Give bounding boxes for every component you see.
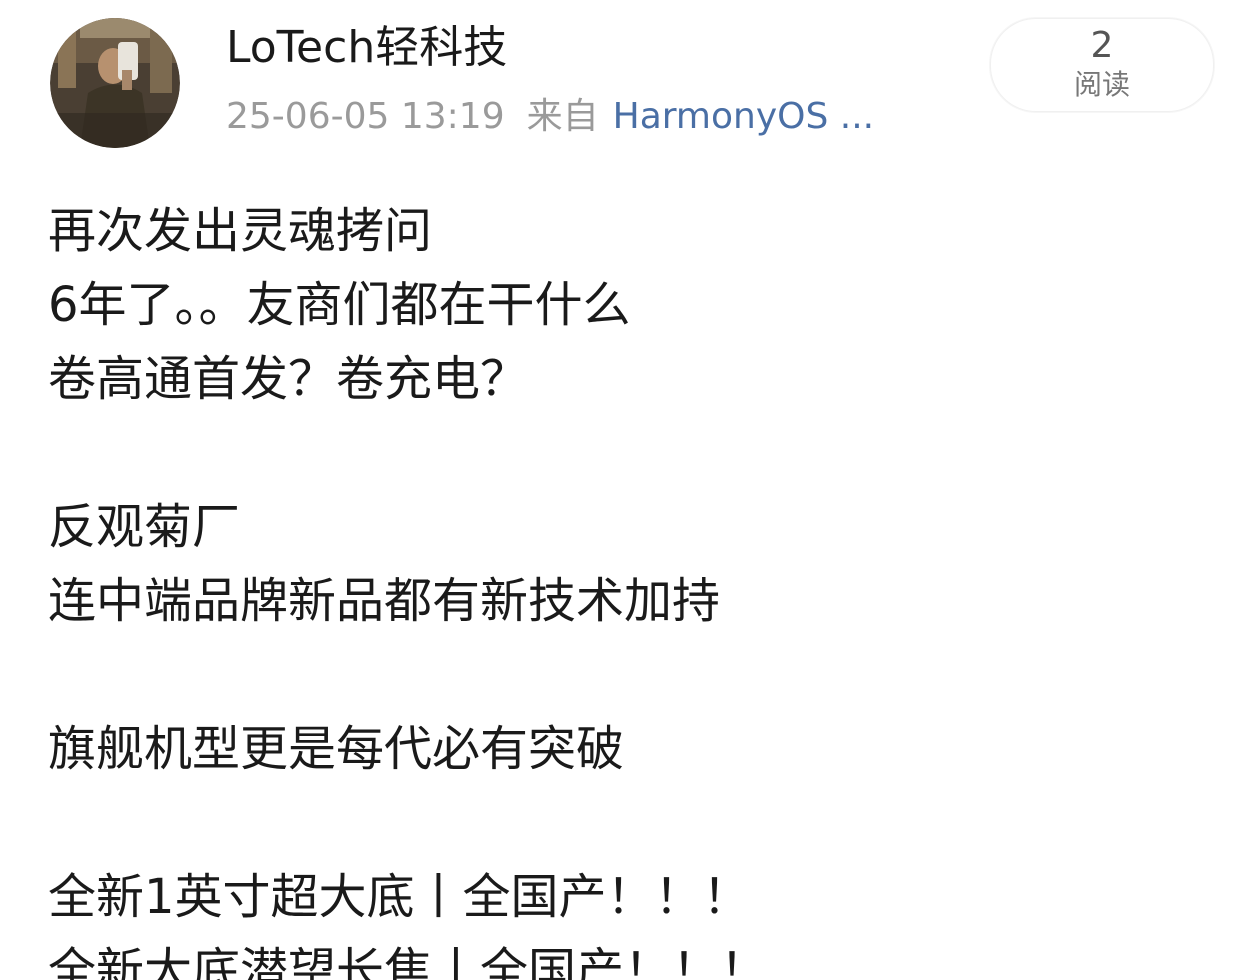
post-timestamp: 25-06-05 13:19 xyxy=(226,96,505,137)
post-line: 旗舰机型更是每代必有突破 xyxy=(48,721,625,777)
post-line-blank xyxy=(48,786,1228,860)
post-line: 反观菊厂 xyxy=(48,499,241,555)
post-line: 连中端品牌新品都有新技术加持 xyxy=(48,573,721,629)
author-avatar[interactable] xyxy=(50,18,180,148)
read-count-badge: 2 阅读 xyxy=(990,18,1214,112)
author-name[interactable]: LoTech轻科技 xyxy=(226,20,507,76)
read-count: 2 xyxy=(1090,25,1114,66)
post-line: 再次发出灵魂拷问 xyxy=(48,203,433,259)
avatar-photo-icon xyxy=(50,18,180,148)
post-line: 6年了。。友商们都在干什么 xyxy=(48,277,631,333)
source-link[interactable]: HarmonyOS ... xyxy=(613,96,874,137)
post-line-blank xyxy=(48,638,1228,712)
source-prefix: 来自 xyxy=(526,96,599,137)
post-body: 再次发出灵魂拷问 6年了。。友商们都在干什么 卷高通首发？卷充电？ 反观菊厂 连… xyxy=(48,194,1228,980)
post-line: 全新1英寸超大底丨全国产！！！ xyxy=(48,869,751,925)
read-label: 阅读 xyxy=(1073,68,1130,101)
post-line: 全新大底潜望长焦丨全国产！！！ xyxy=(48,943,769,980)
post-meta: 25-06-05 13:19 来自 HarmonyOS ... xyxy=(226,94,874,140)
post-line-blank xyxy=(48,416,1228,490)
post-line: 卷高通首发？卷充电？ xyxy=(48,351,529,407)
